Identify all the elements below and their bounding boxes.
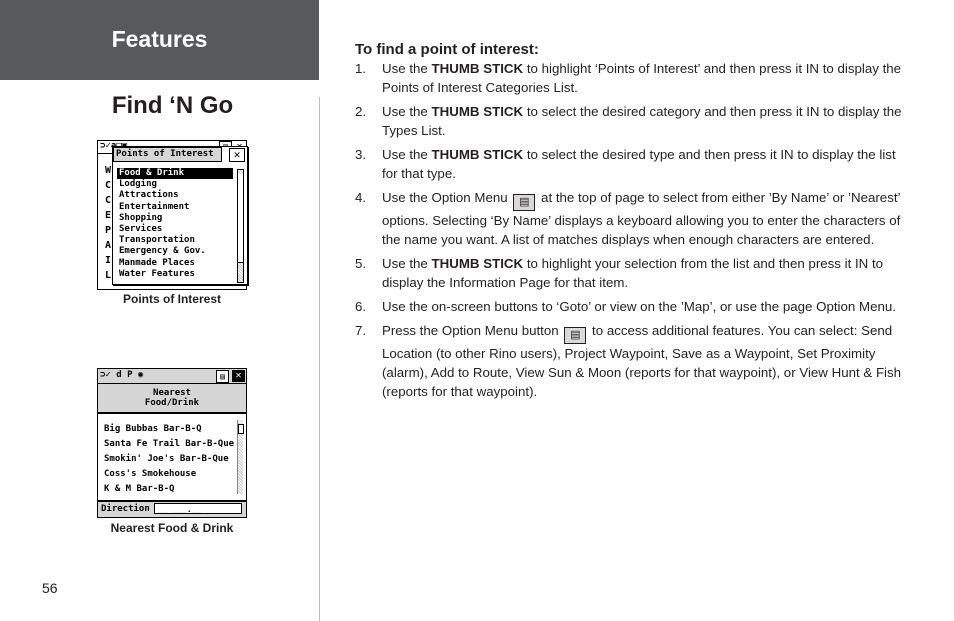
list-item[interactable]: Emergency & Gov. (117, 246, 233, 257)
list-item[interactable]: Transportation (117, 235, 233, 246)
poi-popup: Points of Interest ✕ Food & Drink Lodgin… (112, 146, 248, 285)
poi-caption: Points of Interest (122, 292, 221, 306)
poi-category-list: Food & Drink Lodging Attractions Enterta… (117, 168, 233, 280)
list-item[interactable]: K & M Bar-B-Q (104, 482, 234, 497)
list-item[interactable]: Manmade Places (117, 258, 233, 269)
scrollbar-thumb[interactable] (238, 424, 244, 434)
list-item[interactable]: Food & Drink (117, 168, 233, 180)
option-menu-icon: ▤ (513, 194, 536, 211)
step: 3. Use the THUMB STICK to select the desi… (355, 147, 896, 181)
status-bar: ⊃✓ d P ◉ ▤ ✕ (98, 369, 246, 384)
status-icons: ⊃✓ d P ◉ (100, 370, 144, 380)
option-menu-icon[interactable]: ▤ (216, 370, 229, 383)
nearest-list: Big Bubbas Bar-B-Q Santa Fe Trail Bar-B-… (104, 422, 234, 497)
list-item[interactable]: Water Features (117, 269, 233, 280)
step: 1. Use the THUMB STICK to highlight ‘Poin… (355, 61, 902, 95)
list-item[interactable]: Entertainment (117, 202, 233, 213)
list-item[interactable]: Santa Fe Trail Bar-B-Que (104, 437, 234, 452)
option-menu-icon: ▤ (564, 327, 587, 344)
list-item[interactable]: Attractions (117, 190, 233, 201)
scrollbar[interactable] (237, 420, 244, 494)
instructions: To find a point of interest: 1. Use the T… (355, 40, 910, 406)
step: 6. Use the on-screen buttons to ‘Goto’ or… (355, 299, 896, 314)
page-title: Find ‘N Go (111, 92, 234, 119)
column-divider (319, 97, 320, 621)
step: 4. Use the Option Menu ▤ at the top of pa… (355, 190, 901, 247)
scrollbar[interactable] (237, 169, 244, 283)
section-title: Features (111, 26, 208, 52)
direction-label: Direction (101, 504, 150, 514)
screen-heading: Nearest Food/Drink (98, 384, 246, 414)
steps-list: 1. Use the THUMB STICK to highlight ‘Poin… (355, 59, 910, 401)
close-icon[interactable]: ✕ (232, 370, 245, 382)
background-list: W C C E P A I L (105, 165, 112, 281)
poi-categories-screen: ⊃✓а□▣ ▤ ✕ W C C E P A I L Points of Inte… (97, 140, 248, 290)
page-number: 56 (42, 580, 58, 596)
list-item[interactable]: Shopping (117, 213, 233, 224)
list-item[interactable]: Big Bubbas Bar-B-Q (104, 422, 234, 437)
instructions-heading: To find a point of interest: (355, 41, 539, 58)
section-header-band: Features (0, 0, 319, 80)
scrollbar-thumb[interactable] (238, 174, 243, 263)
list-item[interactable]: Lodging (117, 179, 233, 190)
popup-title: Points of Interest (113, 147, 222, 162)
step: 7. Press the Option Menu button ▤ to acce… (355, 323, 902, 399)
popup-close-icon[interactable]: ✕ (229, 148, 245, 162)
list-item[interactable]: Services (117, 224, 233, 235)
direction-field: Direction __ ___.__ (98, 500, 246, 517)
direction-value: __ ___.__ (154, 503, 242, 514)
nearest-caption: Nearest Food & Drink (110, 521, 234, 535)
list-item[interactable]: Smokin' Joe's Bar-B-Que (104, 452, 234, 467)
nearest-food-screen: ⊃✓ d P ◉ ▤ ✕ Nearest Food/Drink Big Bubb… (97, 368, 247, 518)
list-item[interactable]: Coss's Smokehouse (104, 467, 234, 482)
step: 5. Use the THUMB STICK to highlight your … (355, 256, 884, 290)
step: 2. Use the THUMB STICK to select the desi… (355, 104, 902, 138)
